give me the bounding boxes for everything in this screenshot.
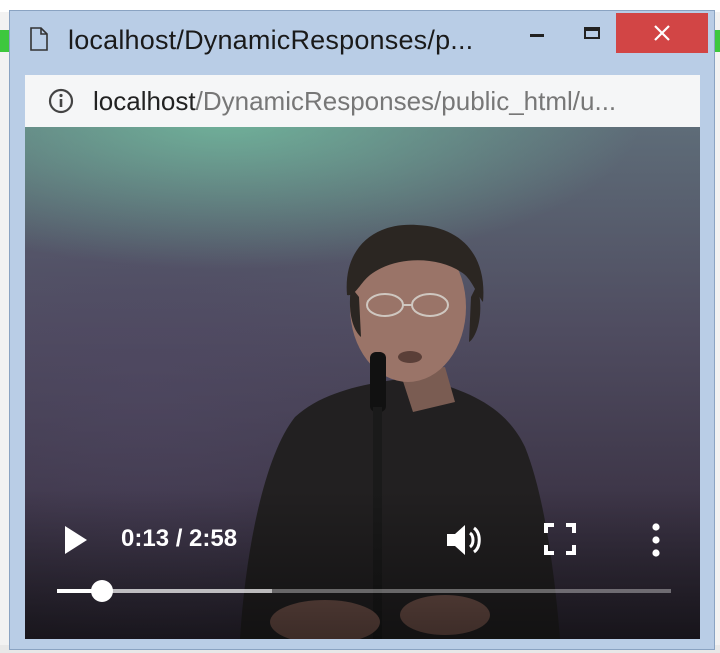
- address-bar[interactable]: localhost/DynamicResponses/public_html/u…: [25, 75, 700, 128]
- minimize-button[interactable]: [515, 11, 559, 55]
- maximize-button[interactable]: [570, 11, 614, 55]
- url-display[interactable]: localhost/DynamicResponses/public_html/u…: [93, 86, 616, 117]
- document-icon: [30, 27, 48, 51]
- play-icon[interactable]: [61, 523, 91, 557]
- title-bar[interactable]: localhost/DynamicResponses/p...: [10, 11, 714, 71]
- time-display: 0:13 / 2:58: [121, 525, 238, 552]
- minimize-icon: [530, 33, 544, 37]
- fullscreen-icon[interactable]: [543, 522, 577, 556]
- more-vert-icon[interactable]: [647, 519, 665, 561]
- video-player[interactable]: 0:13 / 2:58: [25, 127, 700, 639]
- controls-shade: [25, 489, 700, 639]
- url-path: /DynamicResponses/public_html/u...: [195, 86, 617, 116]
- maximize-icon: [584, 27, 600, 39]
- close-button[interactable]: [616, 13, 708, 53]
- close-icon: [654, 25, 670, 41]
- popup-window: localhost/DynamicResponses/p... localhos…: [9, 10, 715, 650]
- progress-thumb[interactable]: [90, 580, 113, 602]
- volume-icon[interactable]: [443, 519, 485, 561]
- progress-bar[interactable]: [57, 580, 671, 602]
- url-host: localhost: [93, 86, 196, 116]
- info-icon[interactable]: [47, 87, 75, 115]
- window-title: localhost/DynamicResponses/p...: [68, 25, 474, 55]
